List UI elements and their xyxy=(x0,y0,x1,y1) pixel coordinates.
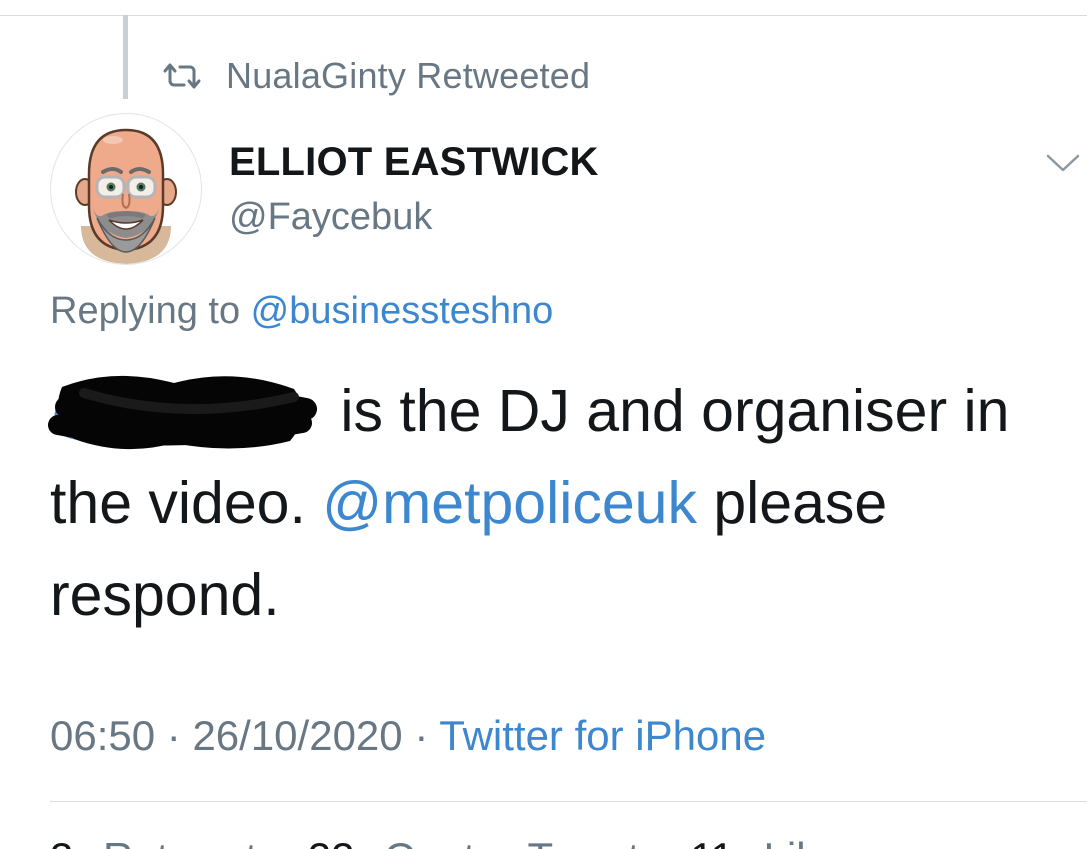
likes-label[interactable]: Likes xyxy=(764,834,862,849)
replying-to-prefix: Replying to xyxy=(50,290,251,332)
author-display-name[interactable]: ELLIOT EASTWICK xyxy=(229,140,599,185)
tweet-source-link[interactable]: Twitter for iPhone xyxy=(439,712,766,759)
tweet-text-line3: respond. xyxy=(50,562,280,628)
tweet-meta: 06:50 · 26/10/2020 · Twitter for iPhone xyxy=(50,712,766,760)
mention-link[interactable]: @metpoliceuk xyxy=(322,470,697,536)
tweet-text: @ddj is the DJ and organiser in the vide… xyxy=(48,365,1060,641)
redaction-scribble xyxy=(48,375,317,450)
retweet-label: NualaGinty Retweeted xyxy=(226,55,591,96)
replying-to-handle-link[interactable]: @businessteshno xyxy=(251,290,554,332)
meta-separator: · xyxy=(155,712,193,759)
tweet-detail-screen: NualaGinty Retweeted ELLIOT EASTWICK @Fa… xyxy=(0,0,1087,849)
tweet-text-line2-start: the video. xyxy=(50,470,323,536)
chevron-down-icon[interactable] xyxy=(1046,152,1080,174)
author-handle[interactable]: @Faycebuk xyxy=(229,196,432,239)
thread-connector-line xyxy=(123,15,128,99)
retweets-count[interactable]: 3 xyxy=(50,834,73,849)
likes-count[interactable]: 11 xyxy=(690,834,734,849)
retweets-label[interactable]: Retweets xyxy=(103,834,278,849)
top-divider xyxy=(0,15,1087,16)
bottom-divider xyxy=(50,801,1087,802)
tweet-text-line1: is the DJ and organiser in xyxy=(324,378,1010,444)
meta-separator: · xyxy=(402,712,440,759)
tweet-text-line2-end: please xyxy=(696,470,888,536)
quotes-count[interactable]: 22 xyxy=(308,834,355,849)
replying-to: Replying to @businessteshno xyxy=(50,290,553,333)
redacted-mention-wrapper[interactable]: @ddj xyxy=(48,375,317,450)
avatar[interactable] xyxy=(50,113,202,265)
retweet-context[interactable]: NualaGinty Retweeted xyxy=(162,55,591,96)
quotes-label[interactable]: Quote Tweets xyxy=(384,834,660,849)
tweet-date: 26/10/2020 xyxy=(192,712,403,759)
tweet-time: 06:50 xyxy=(50,712,156,759)
retweet-icon xyxy=(162,61,202,91)
tweet-stats: 3 Retweets 22 Quote Tweets 11 Likes xyxy=(50,834,862,849)
